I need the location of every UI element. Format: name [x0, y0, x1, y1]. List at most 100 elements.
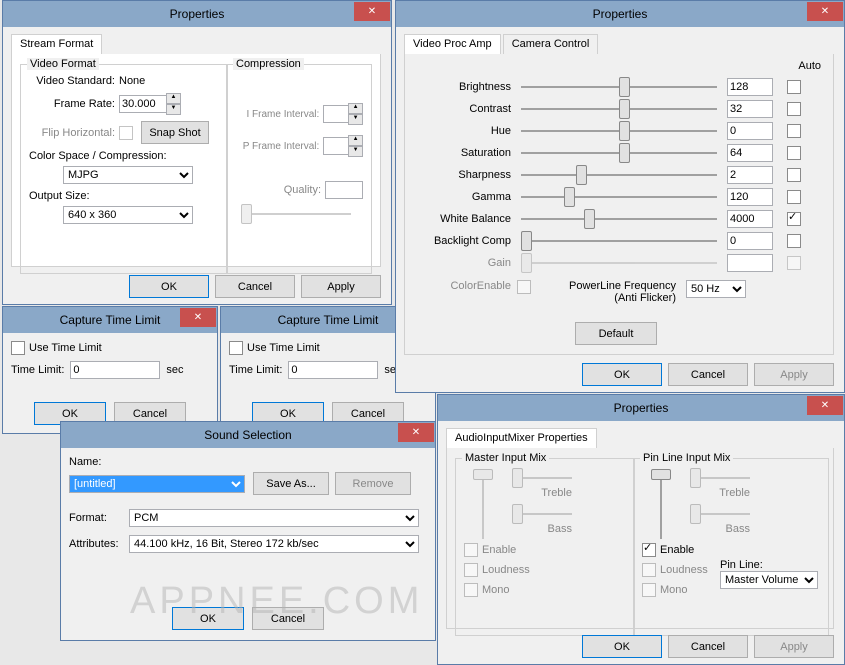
- label-bass: Bass: [512, 523, 572, 535]
- close-icon[interactable]: [398, 423, 434, 442]
- sharpness-slider[interactable]: [521, 166, 717, 184]
- group-videoformat: Video Format Video Standard:None Frame R…: [20, 64, 228, 274]
- tab-videoprocamp[interactable]: Video Proc Amp: [404, 34, 501, 56]
- tab-audiomixer[interactable]: AudioInputMixer Properties: [446, 428, 597, 450]
- contrast-slider[interactable]: [521, 100, 717, 118]
- sharpness-auto-checkbox[interactable]: [787, 168, 801, 182]
- gamma-slider[interactable]: [521, 188, 717, 206]
- backlight-comp-auto-checkbox[interactable]: [787, 234, 801, 248]
- timelimit-input[interactable]: [288, 361, 378, 379]
- cancel-button[interactable]: Cancel: [668, 363, 748, 386]
- label-tl: Time Limit:: [11, 364, 64, 376]
- usetimelimit-checkbox[interactable]: [229, 341, 243, 355]
- outputsize-select[interactable]: 640 x 360: [63, 206, 193, 224]
- brightness-slider[interactable]: [521, 78, 717, 96]
- framerate-input[interactable]: [119, 95, 167, 113]
- snapshot-button[interactable]: Snap Shot: [141, 121, 209, 144]
- slider-label: Saturation: [411, 147, 511, 159]
- quality-slider: [241, 205, 351, 223]
- pinline-enable-checkbox[interactable]: [642, 543, 656, 557]
- label-treble: Treble: [512, 487, 572, 499]
- close-icon[interactable]: [354, 2, 390, 21]
- saveas-button[interactable]: Save As...: [253, 472, 329, 495]
- sharpness-value[interactable]: [727, 166, 773, 184]
- label-antiflicker: (Anti Flicker): [569, 292, 676, 304]
- group-masterinput: Master Input Mix Treble Bass Enable Loud…: [455, 458, 635, 636]
- label-usetl: Use Time Limit: [247, 342, 320, 354]
- backlight-comp-slider[interactable]: [521, 232, 717, 250]
- spin-down-icon: ▼: [348, 114, 363, 125]
- pinline-vol-slider[interactable]: [652, 469, 670, 539]
- hue-slider[interactable]: [521, 122, 717, 140]
- label-auto: Auto: [798, 60, 821, 72]
- titlebar[interactable]: Capture Time Limit: [3, 307, 217, 333]
- titlebar[interactable]: Sound Selection: [61, 422, 435, 448]
- ok-button[interactable]: OK: [582, 363, 662, 386]
- slider-label: Contrast: [411, 103, 511, 115]
- apply-button[interactable]: Apply: [301, 275, 381, 298]
- brightness-auto-checkbox[interactable]: [787, 80, 801, 94]
- fliph-checkbox: [119, 126, 133, 140]
- label-powerline: PowerLine Frequency: [569, 280, 676, 292]
- gamma-value[interactable]: [727, 188, 773, 206]
- pinline-select[interactable]: Master Volume: [720, 571, 818, 589]
- close-icon[interactable]: [807, 2, 843, 21]
- default-button[interactable]: Default: [575, 322, 657, 345]
- contrast-value[interactable]: [727, 100, 773, 118]
- tab-cameracontrol[interactable]: Camera Control: [503, 34, 599, 56]
- legend: Compression: [233, 58, 304, 70]
- close-icon[interactable]: [807, 396, 843, 415]
- ok-button[interactable]: OK: [582, 635, 662, 658]
- titlebar[interactable]: Properties: [3, 1, 391, 27]
- properties-videoprocamp-window: Properties Video Proc Amp Camera Control…: [395, 0, 845, 393]
- cancel-button[interactable]: Cancel: [215, 275, 295, 298]
- cancel-button[interactable]: Cancel: [668, 635, 748, 658]
- label-fliph: Flip Horizontal:: [29, 127, 119, 139]
- legend: Video Format: [27, 58, 99, 70]
- label-format: Format:: [69, 512, 129, 524]
- label-attributes: Attributes:: [69, 538, 129, 550]
- white-balance-auto-checkbox[interactable]: [787, 212, 801, 226]
- name-select[interactable]: [untitled]: [69, 475, 245, 493]
- white-balance-value[interactable]: [727, 210, 773, 228]
- saturation-slider[interactable]: [521, 144, 717, 162]
- close-icon[interactable]: [180, 308, 216, 327]
- format-select[interactable]: PCM: [129, 509, 419, 527]
- attributes-select[interactable]: 44.100 kHz, 16 Bit, Stereo 172 kb/sec: [129, 535, 419, 553]
- ok-button[interactable]: OK: [129, 275, 209, 298]
- titlebar[interactable]: Properties: [396, 1, 844, 27]
- powerline-select[interactable]: 50 Hz: [686, 280, 746, 298]
- titlebar[interactable]: Properties: [438, 395, 844, 421]
- quality-input: [325, 181, 363, 199]
- hue-value[interactable]: [727, 122, 773, 140]
- usetimelimit-checkbox[interactable]: [11, 341, 25, 355]
- master-mono-checkbox: [464, 583, 478, 597]
- pinline-treble-slider: [690, 469, 750, 487]
- label-treble: Treble: [690, 487, 750, 499]
- colorspace-select[interactable]: MJPG: [63, 166, 193, 184]
- label-loudness: Loudness: [482, 564, 530, 576]
- label-bass: Bass: [690, 523, 750, 535]
- spin-up-icon[interactable]: ▲: [166, 93, 181, 104]
- pinline-bass-slider: [690, 505, 750, 523]
- contrast-auto-checkbox[interactable]: [787, 102, 801, 116]
- saturation-value[interactable]: [727, 144, 773, 162]
- group-compression: Compression I Frame Interval:▲▼ P Frame …: [226, 64, 372, 274]
- saturation-auto-checkbox[interactable]: [787, 146, 801, 160]
- iframe-input: [323, 105, 349, 123]
- watermark: APPNEE.COM: [130, 580, 423, 623]
- hue-auto-checkbox[interactable]: [787, 124, 801, 138]
- timelimit-input[interactable]: [70, 361, 160, 379]
- tab-stream-format[interactable]: Stream Format: [11, 34, 102, 56]
- label-enable: Enable: [482, 544, 516, 556]
- capture-timelimit-window-1: Capture Time Limit Use Time Limit Time L…: [2, 306, 218, 434]
- white-balance-slider[interactable]: [521, 210, 717, 228]
- pinline-mono-checkbox: [642, 583, 656, 597]
- spin-down-icon[interactable]: ▼: [166, 104, 181, 115]
- gamma-auto-checkbox[interactable]: [787, 190, 801, 204]
- label-enable: Enable: [660, 544, 694, 556]
- label-colorenable: ColorEnable: [411, 280, 511, 292]
- title: Properties: [396, 7, 844, 21]
- brightness-value[interactable]: [727, 78, 773, 96]
- backlight-comp-value[interactable]: [727, 232, 773, 250]
